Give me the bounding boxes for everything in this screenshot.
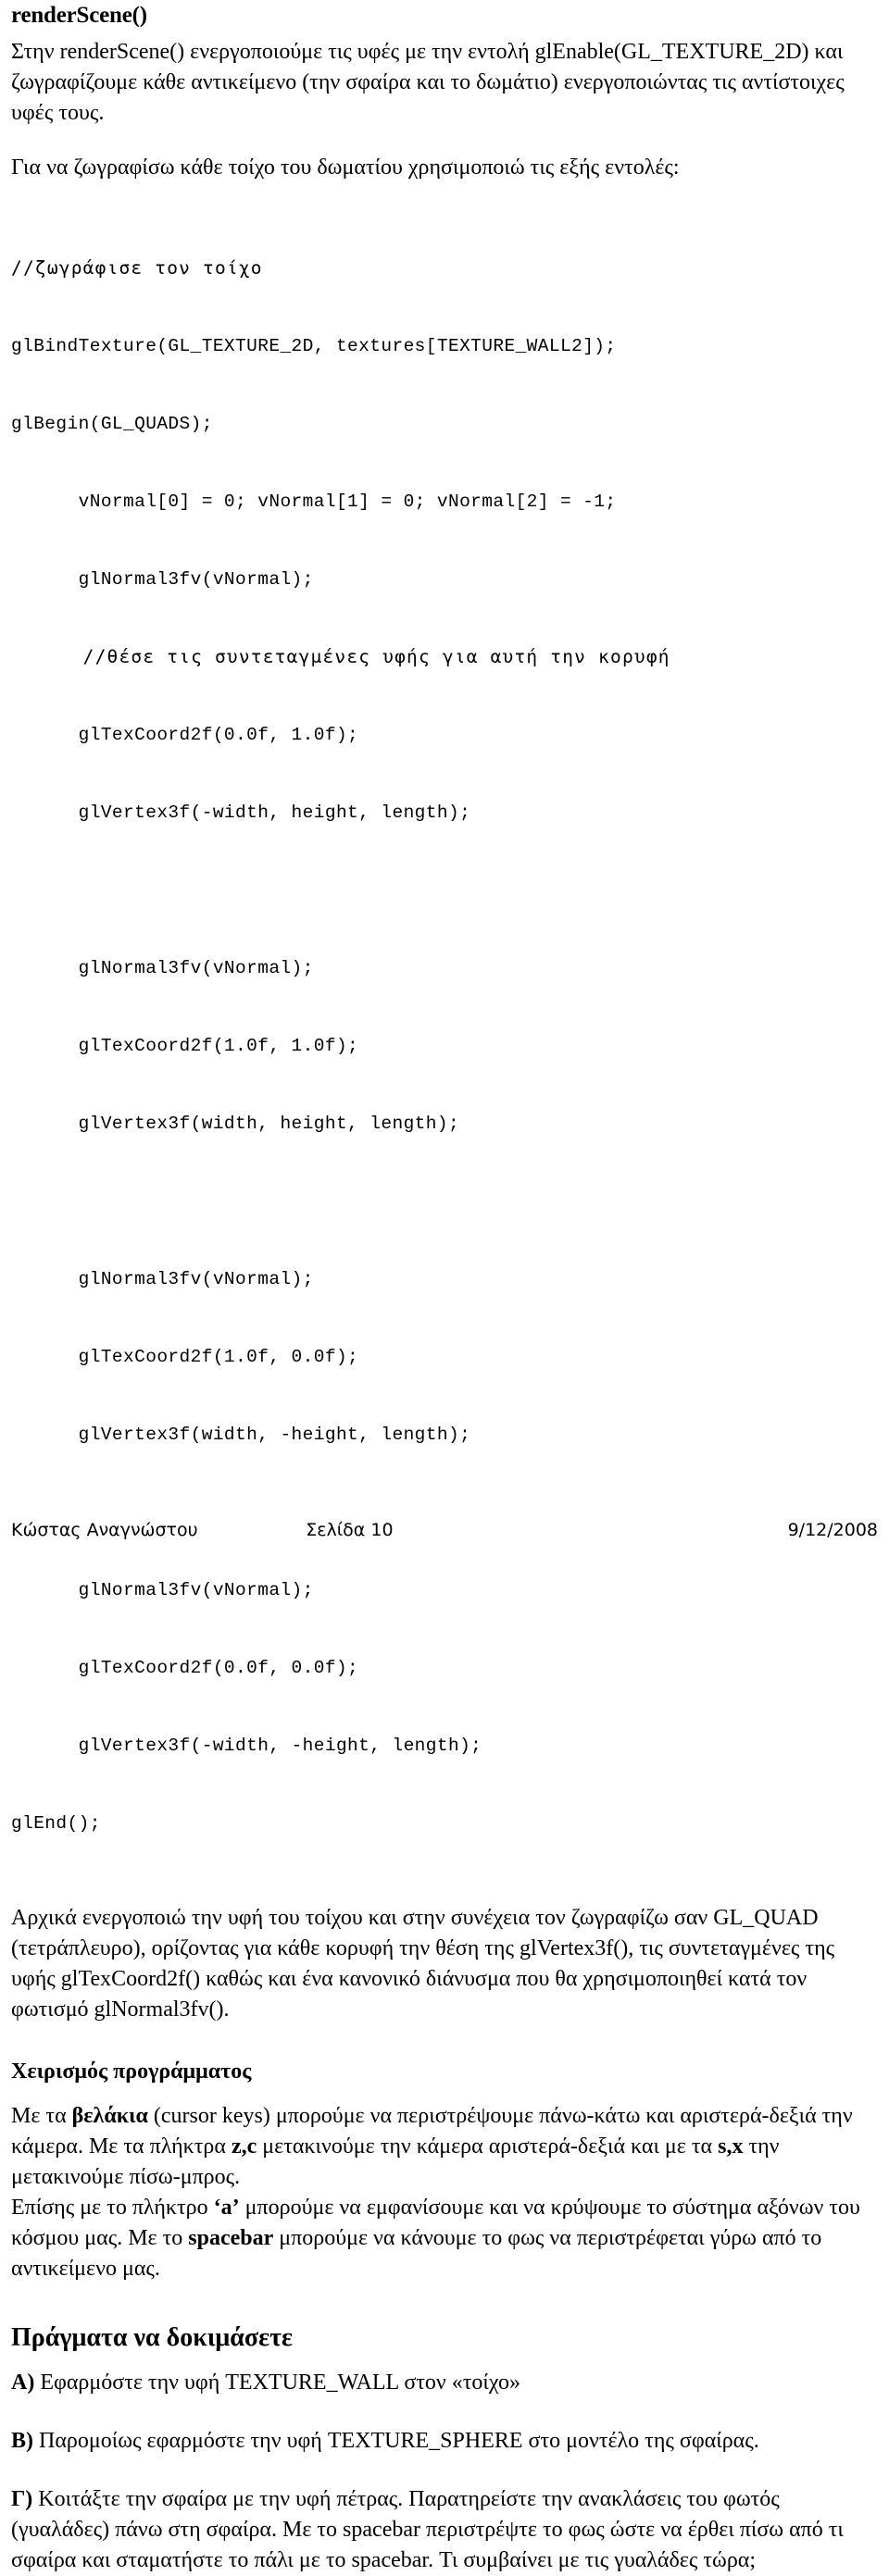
section-heading-controls: Χειρισμός προγράμματος [11, 2060, 252, 2084]
body-text: Με τα [11, 2104, 72, 2128]
exercise-label: Β) [11, 2429, 33, 2453]
explanation-paragraph: Αρχικά ενεργοποιώ την υφή του τοίχου και… [11, 1906, 835, 2022]
emphasis-text: s,x [718, 2134, 744, 2159]
code-line: glTexCoord2f(0.0f, 1.0f); [11, 725, 359, 745]
exercise-item: Α) Εφαρμόστε την υφή TEXTURE_WALL στον «… [11, 2368, 878, 2398]
body-text: μετακινούμε την κάμερα αριστερά-δεξιά κα… [257, 2134, 719, 2159]
emphasis-text: spacebar [188, 2226, 274, 2250]
code-comment-line: //ζωγράφισε τον τοίχο [11, 257, 263, 279]
code-line: glNormal3fv(vNormal); [11, 1269, 314, 1289]
code-line: glNormal3fv(vNormal); [11, 569, 314, 590]
code-line: vNormal[0] = 0; vNormal[1] = 0; vNormal[… [11, 492, 617, 512]
code-line: glVertex3f(width, -height, length); [11, 1425, 471, 1445]
code-block: //ζωγράφισε τον τοίχο glBindTexture(GL_T… [11, 204, 878, 1888]
exercise-item: Β) Παρομοίως εφαρμόστε την υφή TEXTURE_S… [11, 2426, 878, 2457]
emphasis-text: z,c [231, 2134, 257, 2159]
footer-date: 9/12/2008 [787, 1520, 878, 1540]
controls-paragraph-2: Επίσης με το πλήκτρο ‘a’ μπορούμε να εμφ… [11, 2193, 878, 2284]
walls-intro-paragraph: Για να ζωγραφίσω κάθε τοίχο του δωματίου… [11, 156, 680, 180]
footer-page-number: Σελίδα 10 [306, 1520, 394, 1540]
section-heading-exercises: Πράγματα να δοκιμάσετε [11, 2323, 293, 2352]
code-line: glBegin(GL_QUADS); [11, 414, 213, 434]
exercise-label: Γ) [11, 2487, 33, 2511]
exercise-item: Γ) Κοιτάξτε την σφαίρα με την υφή πέτρας… [11, 2484, 878, 2576]
page-footer: Κώστας Αναγνώστου Σελίδα 10 9/12/2008 [11, 1519, 878, 1541]
code-line: glVertex3f(width, height, length); [11, 1114, 460, 1134]
code-line: glVertex3f(-width, -height, length); [11, 1736, 482, 1756]
code-line: glVertex3f(-width, height, length); [11, 803, 471, 823]
footer-author: Κώστας Αναγνώστου [11, 1520, 198, 1540]
exercise-text: Κοιτάξτε την σφαίρα με την υφή πέτρας. Π… [11, 2487, 844, 2572]
exercise-text: Εφαρμόστε την υφή TEXTURE_WALL στον «τοί… [34, 2371, 520, 2395]
code-line: glEnd(); [11, 1813, 101, 1834]
code-comment-line: //θέσε τις συντεταγμένες υφής για αυτή τ… [11, 646, 670, 667]
controls-paragraph-1: Με τα βελάκια (cursor keys) μπορούμε να … [11, 2101, 878, 2193]
code-line: glTexCoord2f(0.0f, 0.0f); [11, 1658, 359, 1678]
body-text: Επίσης με το πλήκτρο [11, 2196, 214, 2220]
code-line: glNormal3fv(vNormal); [11, 958, 314, 978]
emphasis-text: βελάκια [71, 2104, 148, 2128]
emphasis-text: ‘a’ [213, 2196, 240, 2220]
code-line: glNormal3fv(vNormal); [11, 1580, 314, 1600]
code-line: glTexCoord2f(1.0f, 0.0f); [11, 1347, 359, 1367]
intro-paragraph: Στην renderScene() ενεργοποιούμε τις υφέ… [11, 40, 845, 125]
document-page: renderScene() Στην renderScene() ενεργοπ… [0, 0, 889, 2572]
code-line: glBindTexture(GL_TEXTURE_2D, textures[TE… [11, 336, 617, 356]
page-title: renderScene() [11, 3, 147, 28]
exercise-text: Παρομοίως εφαρμόστε την υφή TEXTURE_SPHE… [33, 2429, 759, 2453]
exercise-label: Α) [11, 2371, 35, 2395]
code-line: glTexCoord2f(1.0f, 1.0f); [11, 1036, 359, 1056]
